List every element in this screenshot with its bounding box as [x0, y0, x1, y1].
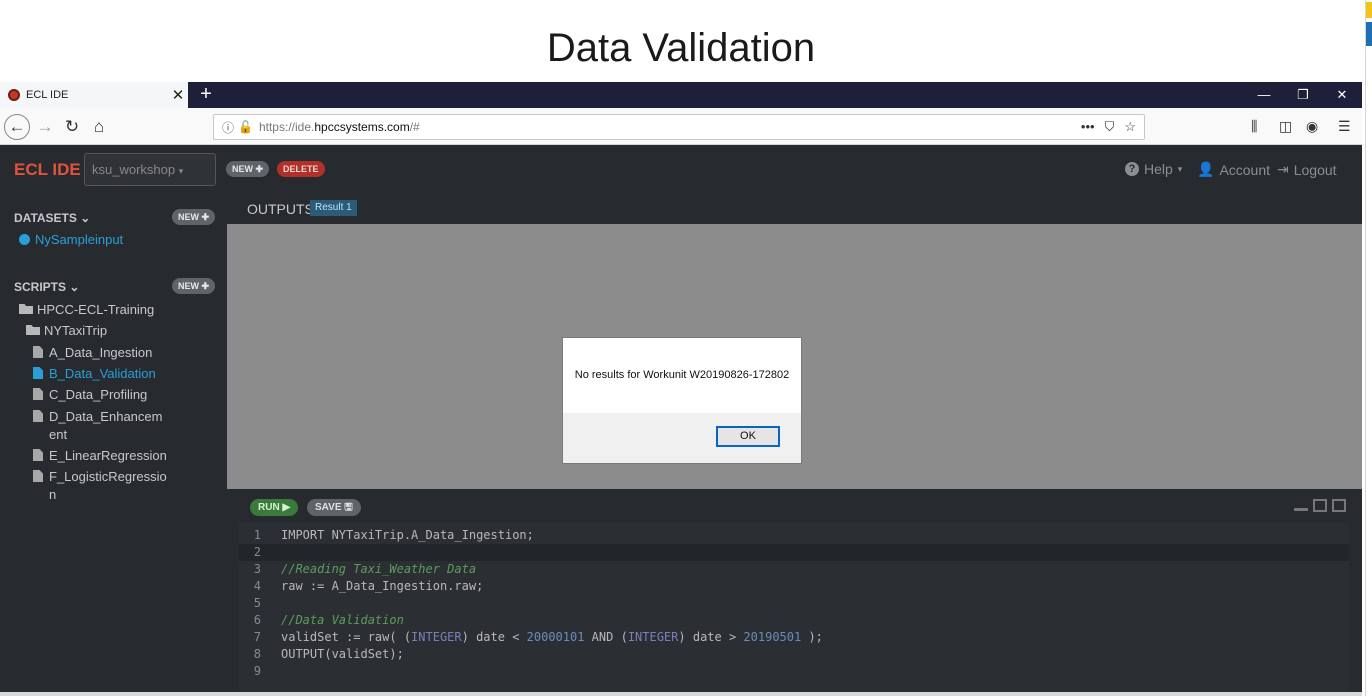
dialog-footer: OK — [563, 413, 801, 463]
account-circle-icon[interactable]: ◉ — [1306, 118, 1318, 135]
forward-arrow-icon[interactable]: → — [32, 114, 58, 140]
file-item-active[interactable]: B_Data_Validation — [33, 365, 156, 383]
logout-link[interactable]: ⇥ Logout — [1277, 161, 1337, 178]
save-button[interactable]: SAVE 🖫 — [307, 499, 361, 516]
library-icon[interactable]: ⫼ — [1251, 118, 1257, 135]
file-icon — [33, 346, 43, 358]
ok-button[interactable]: OK — [716, 426, 780, 447]
sidebar-toggle-icon[interactable]: ◫ — [1279, 118, 1292, 135]
delete-button[interactable]: DELETE — [277, 161, 325, 177]
url-bar[interactable]: ⓘ 🔓 https://ide.hpccsystems.com/# ••• ⛉ … — [213, 114, 1145, 140]
tab-close-icon[interactable]: ✕ — [168, 86, 188, 104]
file-icon — [33, 470, 43, 482]
page-actions-icon[interactable]: ••• — [1081, 119, 1095, 135]
hamburger-menu-icon[interactable]: ☰ — [1338, 118, 1351, 135]
info-icon[interactable]: ⓘ — [222, 119, 234, 136]
outputs-label: OUTPUTS — [247, 201, 314, 217]
restore-button[interactable]: ❐ — [1284, 82, 1322, 108]
edge-strip — [1365, 0, 1372, 696]
window-close-button[interactable]: ✕ — [1323, 82, 1361, 108]
screen: Data Validation ECL IDE ✕ + — ❐ ✕ ← → ↻ … — [0, 0, 1372, 696]
result-tab[interactable]: Result 1 — [310, 200, 357, 216]
file-icon — [33, 388, 43, 400]
editor-panel: RUN ▶ SAVE 🖫 1 IMPORT NYTaxiTrip.A_Data_I… — [227, 489, 1362, 696]
datasets-heading[interactable]: DATASETS ⌄ — [14, 211, 90, 225]
file-icon — [33, 367, 43, 379]
code-line: 4 raw := A_Data_Ingestion.raw; — [253, 579, 484, 593]
plus-icon: ✚ — [201, 281, 210, 291]
datasets-new-button[interactable]: NEW ✚ — [172, 209, 216, 225]
new-tab-button[interactable]: + — [196, 82, 216, 108]
edge-marker-blue — [1366, 22, 1372, 46]
edge-marker-yellow — [1366, 2, 1372, 18]
file-item[interactable]: E_LinearRegression — [33, 447, 167, 465]
close-panel-icon[interactable] — [1332, 499, 1346, 512]
help-menu[interactable]: ? Help ▾ — [1125, 161, 1182, 177]
folder-nytaxitrip[interactable]: NYTaxiTrip — [26, 322, 107, 340]
scripts-new-button[interactable]: NEW ✚ — [172, 278, 216, 294]
code-line: 8 OUTPUT(validSet); — [253, 647, 404, 661]
maximize-panel-icon[interactable] — [1313, 499, 1327, 512]
account-link[interactable]: 👤 Account — [1197, 161, 1270, 178]
scripts-heading[interactable]: SCRIPTS ⌄ — [14, 280, 79, 294]
caret-down-icon: ▾ — [1177, 163, 1183, 174]
minimize-panel-icon[interactable] — [1294, 506, 1308, 511]
play-icon: ▶ — [282, 502, 291, 513]
code-line: 5 — [253, 596, 261, 610]
bookmark-star-icon[interactable]: ☆ — [1124, 119, 1136, 135]
plus-icon: ✚ — [255, 164, 264, 174]
slide-title: Data Validation — [546, 26, 816, 70]
file-item[interactable]: D_Data_Enhancem ent — [33, 408, 162, 444]
reload-icon[interactable]: ↻ — [59, 114, 85, 140]
code-line: 1 IMPORT NYTaxiTrip.A_Data_Ingestion; — [253, 528, 534, 542]
file-item[interactable]: F_LogisticRegressio n — [33, 468, 167, 504]
browser-nav-bar: ← → ↻ ⌂ ⓘ 🔓 https://ide.hpccsystems.com/… — [0, 108, 1362, 145]
chevron-down-icon: ⌄ — [69, 280, 80, 294]
new-button[interactable]: NEW ✚ — [226, 161, 270, 177]
browser-tab-bar: ECL IDE ✕ + — ❐ ✕ — [0, 82, 1362, 108]
folder-open-icon — [26, 325, 40, 335]
app-header: ECL IDE ksu_workshop ▾ NEW ✚ DELETE ? Hel… — [0, 145, 1362, 193]
save-icon: 🖫 — [344, 502, 353, 513]
pocket-icon[interactable]: ⛉ — [1105, 119, 1115, 135]
lock-warning-icon[interactable]: 🔓 — [238, 120, 253, 134]
browser-tab[interactable]: ECL IDE ✕ — [0, 82, 188, 108]
code-line: 2 — [239, 544, 1349, 561]
bottom-edge — [0, 692, 1362, 696]
logout-icon: ⇥ — [1277, 161, 1289, 177]
alert-dialog: No results for Workunit W20190826-172802… — [562, 337, 802, 464]
dataset-item[interactable]: NySampleinput — [19, 231, 123, 249]
file-item[interactable]: A_Data_Ingestion — [33, 344, 152, 362]
run-button[interactable]: RUN ▶ — [250, 499, 299, 516]
sidebar: DATASETS ⌄ NEW ✚ NySampleinput SCRIPTS ⌄… — [0, 193, 227, 696]
dialog-message: No results for Workunit W20190826-172802 — [574, 369, 790, 381]
url-text: https://ide.hpccsystems.com/# — [258, 120, 420, 134]
database-icon — [19, 234, 30, 245]
minimize-button[interactable]: — — [1245, 82, 1283, 108]
file-icon — [33, 410, 43, 422]
ecl-favicon-icon — [8, 89, 20, 101]
code-line: 6//Data Validation — [253, 613, 404, 627]
code-line: 3//Reading Taxi_Weather Data — [253, 562, 477, 576]
outputs-bar: OUTPUTS Result 1 — [227, 193, 1362, 224]
home-icon[interactable]: ⌂ — [86, 114, 112, 140]
chevron-down-icon: ⌄ — [80, 211, 91, 225]
file-icon — [33, 449, 43, 461]
caret-down-icon: ▾ — [178, 166, 184, 176]
user-icon: 👤 — [1197, 161, 1215, 177]
file-item[interactable]: C_Data_Profiling — [33, 386, 147, 404]
back-arrow-icon[interactable]: ← — [4, 114, 30, 140]
folder-root[interactable]: HPCC-ECL-Training — [19, 301, 154, 319]
code-editor[interactable]: 1 IMPORT NYTaxiTrip.A_Data_Ingestion; 2 3… — [239, 523, 1349, 696]
code-line: 9 — [253, 664, 261, 678]
app-brand[interactable]: ECL IDE — [14, 160, 81, 180]
code-line: 7 validSet := raw( (INTEGER) date < 20000… — [253, 630, 823, 644]
workspace-select[interactable]: ksu_workshop ▾ — [84, 153, 216, 186]
tab-title: ECL IDE — [26, 89, 69, 101]
question-circle-icon: ? — [1125, 162, 1139, 176]
plus-icon: ✚ — [201, 212, 210, 222]
folder-open-icon — [19, 304, 33, 314]
